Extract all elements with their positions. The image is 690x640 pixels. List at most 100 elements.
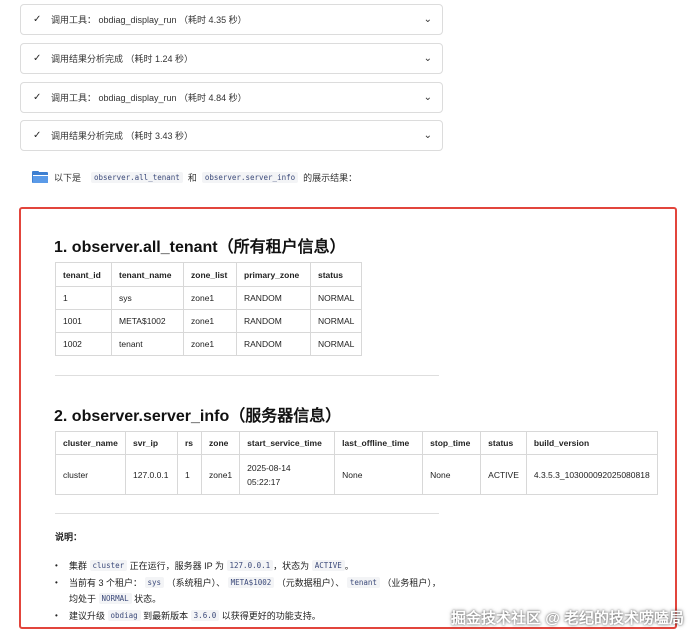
note-text: 集群 [69,561,88,571]
table-cell: 1 [177,454,202,495]
column-header: svr_ip [125,431,178,455]
column-header: last_offline_time [334,431,424,455]
table-cell: ACTIVE [480,454,527,495]
chevron-down-icon[interactable]: ⌄ [424,14,432,25]
table-cell: NORMAL [309,332,363,356]
table-row: 1002 tenant zone1 RANDOM NORMAL [55,332,363,356]
table-cell: 1 [55,286,112,310]
inline-code: 3.6.0 [190,610,220,621]
divider [55,513,439,514]
column-header: status [480,431,527,455]
inline-code: sys [144,577,165,588]
note-text: 建议升级 [69,611,106,621]
column-header: zone_list [183,262,237,287]
table-cell: 1001 [55,309,112,333]
server-info-table: cluster_name svr_ip rs zone start_servic… [55,431,658,495]
chevron-down-icon[interactable]: ⌄ [424,130,432,141]
step-label: 调用工具： obdiag_display_run （耗时 4.84 秒） [51,93,247,103]
note-text: （业务租户）， [382,578,441,588]
note-text: 均处于 [69,594,97,604]
chevron-down-icon[interactable]: ⌄ [424,53,432,64]
table-cell: RANDOM [236,286,311,310]
note-text: （系统租户）、 [166,578,226,588]
note-text: （元数据租户）、 [276,578,345,588]
inline-code: NORMAL [98,593,132,604]
table-cell: 127.0.0.1 [125,454,178,495]
table-cell: META$1002 [111,309,184,333]
bullet: • [55,578,58,587]
column-header: status [309,262,363,287]
column-header: cluster_name [55,431,126,455]
table-cell: zone1 [183,286,237,310]
note-text: 状态。 [134,594,162,604]
inline-code: tenant [346,577,380,588]
step-label: 调用结果分析完成 （耗时 3.43 秒） [51,131,194,141]
table-cell: cluster [55,454,126,495]
table-cell: 4.3.5.3_103000092025080818 [525,454,658,495]
section-title-server-info: 2. observer.server_info（服务器信息） [54,408,342,425]
table-cell: 2025-08-14 05:22:17 [239,454,336,495]
chevron-down-icon[interactable]: ⌄ [424,92,432,103]
column-header: rs [177,431,202,455]
table-cell: None [334,454,424,495]
intro-and: 和 [187,172,197,183]
note-item-3: • 建议升级 obdiag 到最新版本 3.6.0 以获得更好的功能支持。 [55,609,321,622]
check-icon: ✓ [33,92,42,103]
step-item-3[interactable]: ✓ 调用工具： obdiag_display_run （耗时 4.84 秒） ⌄ [20,82,443,113]
step-label: 调用工具： obdiag_display_run （耗时 4.35 秒） [51,15,247,25]
note-text: 到最新版本 [143,611,189,621]
column-header: build_version [525,431,658,455]
inline-code: META$1002 [227,577,275,588]
section-title-all-tenant: 1. observer.all_tenant（所有租户信息） [54,239,346,256]
table-cell: RANDOM [236,309,311,333]
all-tenant-table: tenant_id tenant_name zone_list primary_… [55,262,363,356]
inline-code: observer.all_tenant [91,171,183,183]
table-row: cluster 127.0.0.1 1 zone1 2025-08-14 05:… [55,454,658,495]
note-item-2: • 当前有 3 个租户： sys （系统租户）、 META$1002 （元数据租… [55,576,441,589]
column-header: primary_zone [236,262,311,287]
step-item-4[interactable]: ✓ 调用结果分析完成 （耗时 3.43 秒） ⌄ [20,120,443,151]
table-cell: zone1 [200,454,241,495]
check-icon: ✓ [33,14,42,25]
table-cell: NORMAL [309,309,363,333]
table-cell: sys [111,286,184,310]
table-cell: None [422,454,482,495]
folder-icon [32,171,48,183]
inline-code: observer.server_info [201,171,299,183]
table-cell: 1002 [55,332,112,356]
note-text: 以获得更好的功能支持。 [221,611,321,621]
note-item-1: • 集群 cluster 正在运行，服务器 IP 为 127.0.0.1 ，状态… [55,559,354,572]
table-row: 1001 META$1002 zone1 RANDOM NORMAL [55,309,363,333]
watermark: 掘金技术社区 @ 老纪的技术唠嗑局 [451,610,684,627]
intro-suffix: 的展示结果： [303,172,358,183]
inline-code: obdiag [107,610,141,621]
check-icon: ✓ [33,130,42,141]
bullet: • [55,561,58,570]
table-cell: RANDOM [236,332,311,356]
intro-line: 以下是 observer.all_tenant 和 observer.serve… [32,168,362,186]
table-cell: tenant [111,332,184,356]
table-cell: zone1 [183,309,237,333]
inline-code: cluster [89,560,128,571]
inline-code: 127.0.0.1 [226,560,274,571]
notes-title: 说明： [55,532,83,542]
inline-code: ACTIVE [311,560,345,571]
start-date: 2025-08-14 [247,462,291,473]
column-header: start_service_time [239,431,336,455]
step-label: 调用结果分析完成 （耗时 1.24 秒） [51,54,194,64]
divider [55,375,439,376]
step-item-2[interactable]: ✓ 调用结果分析完成 （耗时 1.24 秒） ⌄ [20,43,443,74]
note-text: 当前有 3 个租户： [69,578,143,588]
step-item-1[interactable]: ✓ 调用工具： obdiag_display_run （耗时 4.35 秒） ⌄ [20,4,443,35]
bullet: • [55,611,58,620]
note-text: 。 [344,561,354,571]
table-row: 1 sys zone1 RANDOM NORMAL [55,286,363,310]
table-cell: zone1 [183,332,237,356]
start-time: 05:22:17 [247,476,281,487]
column-header: stop_time [422,431,482,455]
note-item-2-cont: 均处于 NORMAL 状态。 [69,592,161,605]
note-text: 正在运行，服务器 IP 为 [129,561,224,571]
check-icon: ✓ [33,53,42,64]
table-cell: NORMAL [309,286,363,310]
column-header: tenant_id [55,262,112,287]
